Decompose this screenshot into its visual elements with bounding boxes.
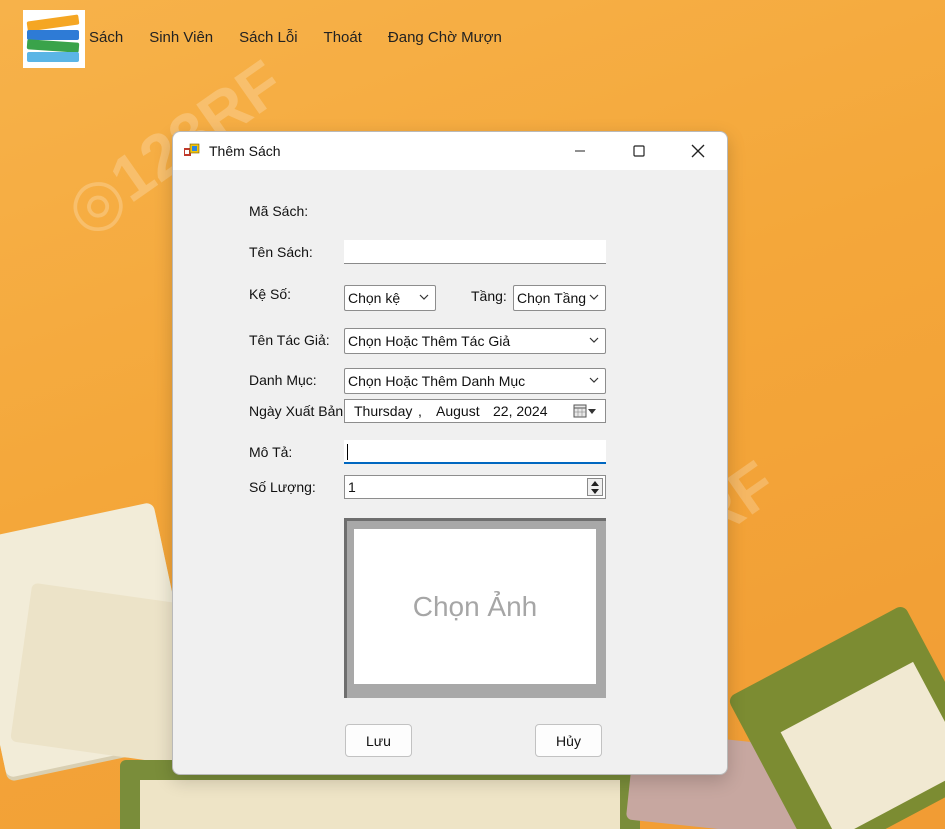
so-luong-label: Số Lượng: [249,479,316,495]
ten-sach-label: Tên Sách: [249,244,313,260]
tang-label: Tầng: [471,288,507,304]
ten-tac-gia-select[interactable]: Chọn Hoặc Thêm Tác Giả [344,328,606,354]
tang-value: Chọn Tầng [517,290,587,306]
menu-item-sach-loi[interactable]: Sách Lỗi [238,29,298,46]
date-separator: , [418,403,422,419]
chevron-down-icon [589,377,599,383]
close-icon [691,144,705,158]
text-caret [347,444,348,460]
ten-tac-gia-label: Tên Tác Giả: [249,332,330,348]
menu-item-sach[interactable]: Sách [88,29,124,46]
ma-sach-label: Mã Sách: [249,203,309,219]
so-luong-value: 1 [348,479,356,495]
add-book-dialog: Thêm Sách Mã Sách: Tên Sách: Kệ Số: Tầng… [172,131,728,775]
maximize-icon [633,145,645,157]
book-image-picker[interactable]: Chọn Ảnh [344,518,606,698]
decrement-button[interactable] [588,487,602,495]
spin-buttons [587,478,603,496]
ke-so-label: Kệ Số: [249,286,292,302]
ke-so-select[interactable]: Chọn kệ [344,285,436,311]
menu-item-thoat[interactable]: Thoát [323,29,363,46]
main-menu: Sách Sinh Viên Sách Lỗi Thoát Đang Chờ M… [88,29,527,46]
danh-muc-select[interactable]: Chọn Hoặc Thêm Danh Mục [344,368,606,394]
increment-button[interactable] [588,479,602,487]
calendar-dropdown-icon[interactable] [573,404,597,418]
tang-select[interactable]: Chọn Tầng [513,285,606,311]
app-window-icon [184,143,200,156]
minimize-icon [575,150,585,152]
menu-item-sinh-vien[interactable]: Sinh Viên [148,29,214,46]
date-day-year: 22, 2024 [493,403,548,419]
date-weekday: Thursday [354,403,413,419]
date-month: August [436,403,480,419]
dialog-titlebar[interactable]: Thêm Sách [173,132,727,170]
background-book [140,780,620,829]
arrow-up-icon [591,480,599,486]
background-book [780,661,945,829]
dialog-title: Thêm Sách [209,143,281,159]
choose-image-text: Chọn Ảnh [412,590,538,622]
menu-item-dang-cho-muon[interactable]: Đang Chờ Mượn [387,29,503,46]
save-button[interactable]: Lưu [345,724,412,757]
danh-muc-value: Chọn Hoặc Thêm Danh Mục [348,373,526,389]
danh-muc-label: Danh Mục: [249,372,317,388]
ke-so-value: Chọn kệ [348,290,401,306]
cancel-button[interactable]: Hủy [535,724,602,757]
so-luong-stepper[interactable]: 1 [344,475,606,499]
ten-sach-input[interactable] [344,240,606,264]
chevron-down-icon [419,294,429,300]
arrow-down-icon [591,488,599,494]
chevron-down-icon [588,291,600,303]
ten-tac-gia-value: Chọn Hoặc Thêm Tác Giả [348,333,511,349]
minimize-button[interactable] [551,132,609,170]
chevron-down-icon [589,337,599,343]
image-preview-area[interactable]: Chọn Ảnh [354,529,596,684]
ngay-xuat-ban-datepicker[interactable]: Thursday , August 22, 2024 [344,399,606,423]
maximize-button[interactable] [610,132,668,170]
books-logo-icon [23,10,85,68]
mo-ta-label: Mô Tả: [249,444,293,460]
background-book [727,604,945,829]
mo-ta-input[interactable] [344,440,606,464]
ngay-xuat-ban-label: Ngày Xuất Bản: [249,403,348,419]
close-button[interactable] [669,132,727,170]
